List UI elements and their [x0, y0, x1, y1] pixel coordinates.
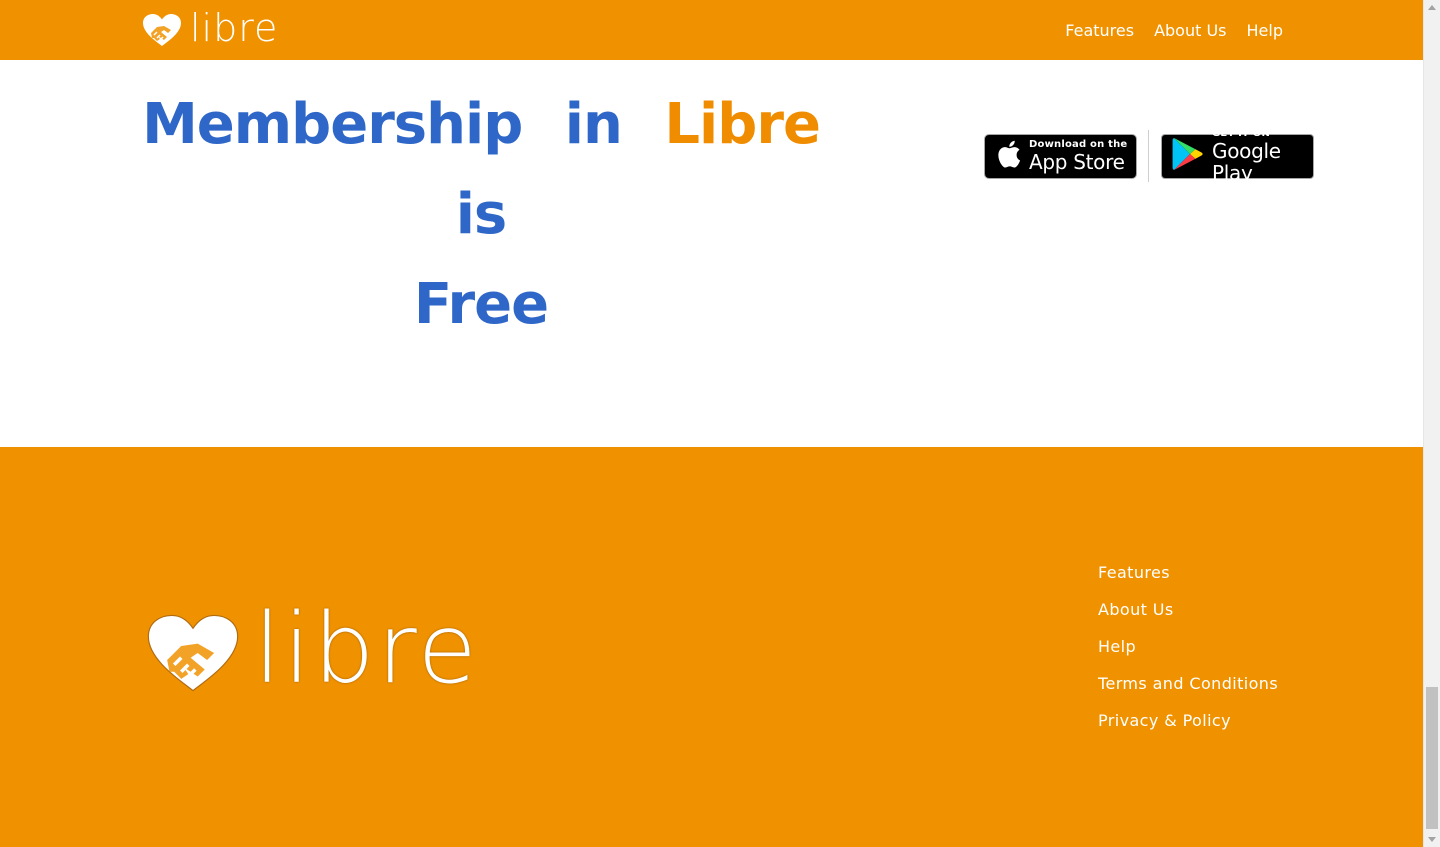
top-navbar: libre Features About Us Help [0, 0, 1423, 60]
footer: libre Features About Us Help Terms and C… [0, 447, 1423, 847]
nav-link-features[interactable]: Features [1065, 19, 1134, 43]
app-store-text: Download on the App Store [1029, 139, 1127, 173]
hero-word: in [564, 92, 623, 157]
footer-link-help[interactable]: Help [1098, 635, 1278, 659]
footer-logo-text: libre [254, 593, 480, 705]
google-play-big-text: Google Play [1212, 139, 1281, 185]
hero-heading: Membership in Libre is Free [120, 80, 842, 350]
footer-link-privacy[interactable]: Privacy & Policy [1098, 709, 1278, 733]
hero-word: Free [413, 272, 549, 337]
hero-word: Membership [142, 92, 523, 157]
footer-logo[interactable]: libre [146, 601, 480, 703]
header-logo-text: libre [190, 6, 279, 50]
vertical-scrollbar[interactable] [1423, 0, 1440, 847]
header-nav: Features About Us Help [1065, 19, 1283, 43]
nav-link-help[interactable]: Help [1247, 19, 1283, 43]
handshake-heart-icon [146, 613, 240, 697]
scroll-up-arrow-icon[interactable] [1428, 5, 1436, 10]
footer-links: Features About Us Help Terms and Conditi… [1098, 561, 1278, 733]
hero-word: is [455, 182, 508, 247]
footer-link-features[interactable]: Features [1098, 561, 1278, 585]
google-play-text: GET IT ON Google Play [1212, 128, 1313, 184]
handshake-heart-icon [142, 13, 182, 47]
nav-link-about-us[interactable]: About Us [1154, 19, 1226, 43]
app-store-big-text: App Store [1029, 150, 1125, 174]
google-play-icon [1172, 137, 1204, 175]
hero-word-highlight: Libre [664, 92, 821, 157]
store-divider [1148, 130, 1149, 182]
app-store-button[interactable]: Download on the App Store [984, 133, 1137, 179]
footer-link-terms[interactable]: Terms and Conditions [1098, 672, 1278, 696]
store-badges: Download on the App Store GET IT ON Goog… [984, 128, 1314, 184]
scroll-down-arrow-icon[interactable] [1428, 837, 1436, 842]
page: libre Features About Us Help Membership … [0, 0, 1423, 847]
google-play-button[interactable]: GET IT ON Google Play [1161, 128, 1314, 184]
scrollbar-thumb[interactable] [1426, 687, 1438, 829]
apple-icon [997, 139, 1021, 173]
header-logo[interactable]: libre [142, 6, 279, 50]
footer-link-about-us[interactable]: About Us [1098, 598, 1278, 622]
